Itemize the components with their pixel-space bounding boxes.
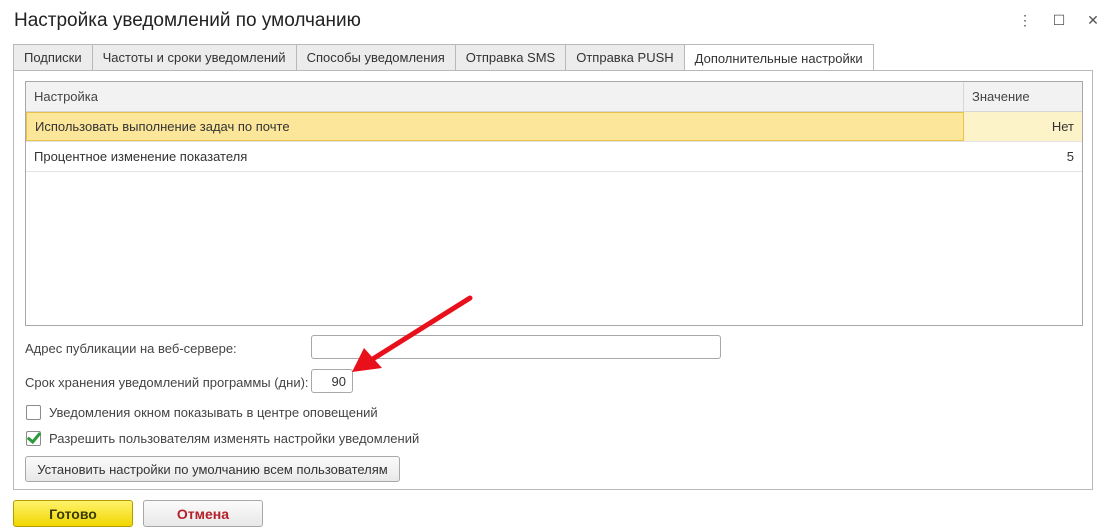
window-title: Настройка уведомлений по умолчанию: [14, 10, 361, 31]
column-header-value[interactable]: Значение: [964, 82, 1082, 111]
tab-push[interactable]: Отправка PUSH: [565, 44, 684, 71]
table-header: Настройка Значение: [26, 82, 1082, 112]
more-menu-icon[interactable]: ⋮: [1017, 12, 1033, 28]
done-button[interactable]: Готово: [13, 500, 133, 527]
checkbox-box[interactable]: [26, 405, 41, 420]
cell-setting-value[interactable]: 5: [964, 142, 1082, 171]
column-header-setting[interactable]: Настройка: [26, 82, 964, 111]
settings-table[interactable]: Настройка Значение Использовать выполнен…: [25, 81, 1083, 326]
checkbox-label: Разрешить пользователям изменять настрой…: [49, 431, 420, 446]
maximize-icon[interactable]: ☐: [1051, 12, 1067, 28]
tab-subscriptions[interactable]: Подписки: [13, 44, 92, 71]
cancel-button[interactable]: Отмена: [143, 500, 263, 527]
tab-methods[interactable]: Способы уведомления: [295, 44, 455, 71]
table-row[interactable]: Использовать выполнение задач по почте Н…: [26, 112, 1082, 142]
close-icon[interactable]: ✕: [1085, 12, 1101, 28]
tab-frequency[interactable]: Частоты и сроки уведомлений: [91, 44, 296, 71]
tab-additional-settings[interactable]: Дополнительные настройки: [683, 44, 874, 72]
cell-setting-name[interactable]: Использовать выполнение задач по почте: [26, 112, 964, 141]
checkbox-label: Уведомления окном показывать в центре оп…: [49, 405, 378, 420]
tab-panel: Настройка Значение Использовать выполнен…: [13, 70, 1093, 490]
window-controls: ⋮ ☐ ✕: [1017, 12, 1101, 28]
apply-defaults-button[interactable]: Установить настройки по умолчанию всем п…: [25, 456, 400, 482]
cell-setting-value[interactable]: Нет: [964, 112, 1082, 141]
annotation-arrow-icon: [352, 295, 473, 372]
tab-sms[interactable]: Отправка SMS: [454, 44, 566, 71]
tab-bar: Подписки Частоты и сроки уведомлений Спо…: [13, 44, 874, 72]
publish-address-label: Адрес публикации на веб-сервере:: [25, 341, 237, 356]
retention-label: Срок хранения уведомлений программы (дни…: [25, 375, 309, 390]
cell-setting-name[interactable]: Процентное изменение показателя: [26, 142, 964, 171]
checkbox-allow-users[interactable]: Разрешить пользователям изменять настрой…: [26, 431, 419, 446]
checkbox-notification-center[interactable]: Уведомления окном показывать в центре оп…: [26, 405, 378, 420]
table-row[interactable]: Процентное изменение показателя 5: [26, 142, 1082, 172]
checkbox-box-checked[interactable]: [26, 431, 41, 446]
